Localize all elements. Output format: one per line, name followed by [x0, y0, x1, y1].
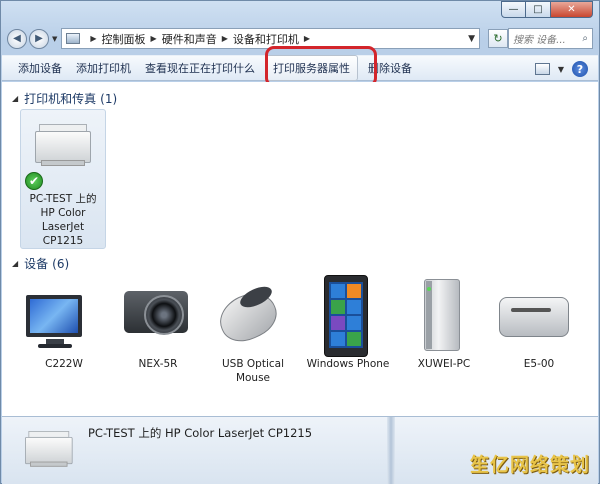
- device-label: USB Optical Mouse: [205, 357, 301, 385]
- device-label: NEX-5R: [138, 358, 178, 370]
- printer-label-line: CP1215: [42, 235, 84, 247]
- refresh-icon[interactable]: ↻: [488, 29, 508, 48]
- chevron-right-icon[interactable]: ▶: [151, 34, 157, 43]
- details-divider: [387, 417, 395, 484]
- device-item-e5-00[interactable]: E5-00: [491, 267, 587, 382]
- view-dropdown-icon[interactable]: ▼: [558, 65, 564, 74]
- printer-label-line: LaserJet: [41, 221, 85, 233]
- printers-group-header[interactable]: ◢ 打印机和传真 (1): [12, 90, 117, 107]
- device-item-usb-optical-mouse[interactable]: USB Optical Mouse: [205, 267, 301, 385]
- address-row: ◀ ▶ ▼ ▶ 控制面板 ▶ 硬件和声音 ▶ 设备和打印机 ▶ ▼ ↻ 搜索 设…: [7, 26, 593, 51]
- device-label: E5-00: [523, 358, 555, 370]
- breadcrumb-control-panel[interactable]: 控制面板: [102, 31, 146, 47]
- help-icon[interactable]: ?: [572, 61, 588, 77]
- device-list-pane: ◢ 打印机和传真 (1) ✔ PC-TEST 上的 HP Color Laser…: [2, 82, 598, 416]
- address-dropdown-icon[interactable]: ▼: [468, 34, 475, 44]
- breadcrumb: ▶ 控制面板 ▶ 硬件和声音 ▶ 设备和打印机 ▶: [85, 31, 315, 47]
- device-item-xuwei-pc[interactable]: XUWEI-PC: [396, 267, 492, 382]
- chevron-right-icon[interactable]: ▶: [222, 34, 228, 43]
- device-item-windows-phone[interactable]: Windows Phone: [300, 267, 396, 382]
- command-bar-right: ▼ ?: [534, 61, 588, 77]
- close-button[interactable]: ✕: [551, 1, 593, 18]
- devices-and-printers-window: — □ ✕ ◀ ▶ ▼ ▶ 控制面板 ▶ 硬件和声音 ▶ 设备和打印机 ▶ ▼ …: [0, 0, 600, 484]
- chevron-right-icon[interactable]: ▶: [90, 34, 96, 43]
- address-bar[interactable]: ▶ 控制面板 ▶ 硬件和声音 ▶ 设备和打印机 ▶ ▼: [61, 28, 480, 49]
- printers-group-count: (1): [100, 91, 118, 106]
- watermark-logo: 笙亿网络策划: [469, 454, 590, 476]
- maximize-button[interactable]: □: [526, 1, 551, 18]
- back-arrow-icon[interactable]: ◀: [7, 28, 27, 49]
- change-view-icon[interactable]: [534, 63, 550, 75]
- breadcrumb-hardware-sound[interactable]: 硬件和声音: [162, 31, 217, 47]
- printer-label-line: HP Color: [40, 207, 86, 219]
- command-bar: 添加设备 添加打印机 查看现在正在打印什么 打印服务器属性 删除设备 ▼ ?: [2, 55, 598, 81]
- device-label-line: USB Optical: [222, 358, 284, 370]
- details-title: PC-TEST 上的 HP Color LaserJet CP1215: [88, 426, 313, 440]
- search-icon[interactable]: ⌕: [582, 33, 588, 44]
- chevron-right-icon[interactable]: ▶: [304, 34, 310, 43]
- search-placeholder: 搜索 设备...: [513, 35, 566, 46]
- printer-label: PC-TEST 上的 HP Color LaserJet CP1215: [21, 192, 105, 248]
- caption-buttons: — □ ✕: [501, 1, 593, 18]
- printer-label-line: PC-TEST 上的: [29, 193, 97, 205]
- forward-arrow-icon[interactable]: ▶: [29, 28, 49, 49]
- device-item-nex-5r[interactable]: NEX-5R: [110, 267, 206, 382]
- recent-pages-dropdown-icon[interactable]: ▼: [52, 35, 57, 43]
- add-printer-button[interactable]: 添加打印机: [69, 56, 138, 80]
- printers-group-title: 打印机和传真: [24, 92, 97, 106]
- device-label: XUWEI-PC: [417, 358, 471, 370]
- search-input[interactable]: 搜索 设备... ⌕: [508, 28, 593, 49]
- device-label: C222W: [45, 358, 83, 370]
- collapse-triangle-icon[interactable]: ◢: [12, 94, 18, 103]
- control-panel-icon: [66, 33, 81, 44]
- add-device-button[interactable]: 添加设备: [11, 56, 69, 80]
- default-printer-check-icon: ✔: [25, 172, 43, 190]
- printer-item-hp-color-laserjet[interactable]: ✔ PC-TEST 上的 HP Color LaserJet CP1215: [20, 109, 106, 249]
- see-whats-printing-button[interactable]: 查看现在正在打印什么: [138, 56, 262, 80]
- device-label: Windows Phone: [306, 358, 390, 370]
- minimize-button[interactable]: —: [501, 1, 526, 18]
- remove-device-button[interactable]: 删除设备: [361, 56, 419, 80]
- device-item-c222w[interactable]: C222W: [16, 267, 112, 382]
- print-server-properties-button[interactable]: 打印服务器属性: [265, 55, 358, 81]
- breadcrumb-devices-printers[interactable]: 设备和打印机: [233, 31, 299, 47]
- device-label-line: Mouse: [235, 372, 271, 384]
- details-pane: PC-TEST 上的 HP Color LaserJet CP1215 笙亿网络…: [2, 416, 598, 484]
